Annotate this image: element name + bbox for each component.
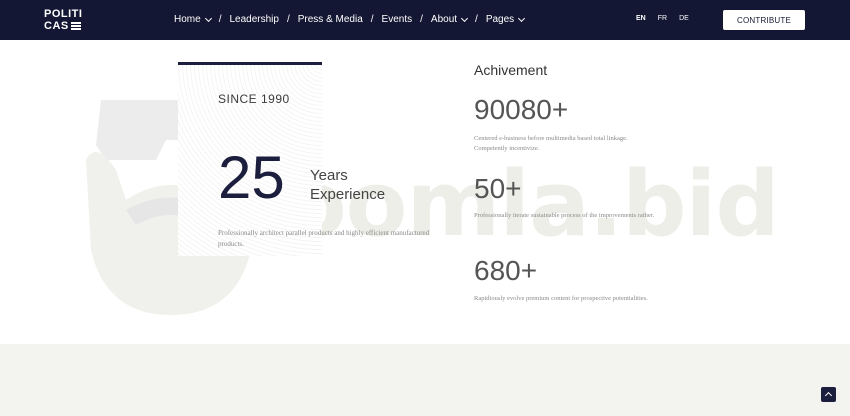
nav-item-label: Leadership: [229, 14, 279, 25]
years-label: Years Experience: [310, 166, 385, 204]
scroll-to-top-button[interactable]: [821, 387, 836, 402]
nav-item-label: Home: [174, 14, 201, 25]
nav-item-pages[interactable]: Pages: [485, 14, 526, 25]
nav-item-label: Press & Media: [297, 14, 363, 25]
years-label-line2: Experience: [310, 186, 386, 203]
nav-separator: /: [420, 14, 423, 25]
nav-item-events[interactable]: Events: [382, 14, 413, 25]
stat-description: Professionally iterate sustainable proce…: [474, 212, 655, 219]
since-label: SINCE 1990: [218, 92, 290, 106]
stat-description: Rapidiously evolve premium content for p…: [474, 295, 648, 302]
stat-value: 90080+: [474, 94, 569, 125]
nav-separator: /: [475, 14, 478, 25]
logo-text-line1: POLITI: [44, 8, 83, 20]
stat-value: 50+: [474, 173, 522, 204]
nav-item-home[interactable]: Home: [174, 14, 212, 25]
stat-description: Centered e-business before multimedia ba…: [474, 135, 628, 152]
contribute-button[interactable]: CONTRIBUTE: [723, 10, 805, 30]
logo-text-line2: CAS: [44, 20, 69, 32]
logo-lines-icon: [70, 22, 81, 30]
lang-en[interactable]: EN: [636, 15, 646, 22]
lang-de[interactable]: DE: [679, 15, 689, 22]
achievement-title: Achivement: [474, 62, 548, 78]
site-logo[interactable]: POLITI CAS: [44, 8, 82, 32]
stat-value: 680+: [474, 255, 538, 286]
chevron-down-icon: [518, 14, 526, 22]
footer-section: [0, 344, 850, 416]
years-number: 25: [218, 144, 285, 211]
nav-item-about[interactable]: About: [430, 14, 469, 25]
experience-top-bar: [178, 62, 322, 65]
top-navbar: POLITI CAS Home / Leadership / Press & M…: [0, 0, 850, 40]
nav-separator: /: [218, 14, 222, 25]
experience-description: Professionally architect parallel produc…: [218, 229, 430, 248]
language-switcher: EN FR DE: [636, 15, 689, 22]
nav-separator: /: [370, 14, 374, 25]
nav-item-leadership[interactable]: Leadership: [229, 14, 278, 25]
lang-fr[interactable]: FR: [658, 15, 667, 22]
nav-item-label: About: [430, 14, 458, 25]
chevron-down-icon: [461, 14, 469, 22]
nav-item-label: Pages: [485, 14, 515, 25]
nav-item-press-media[interactable]: Press & Media: [298, 14, 363, 25]
nav-item-label: Events: [381, 14, 413, 25]
nav-separator: /: [286, 14, 290, 25]
chevron-down-icon: [204, 14, 212, 22]
years-label-line1: Years: [310, 167, 348, 184]
main-nav: Home / Leadership / Press & Media / Even…: [174, 14, 526, 25]
